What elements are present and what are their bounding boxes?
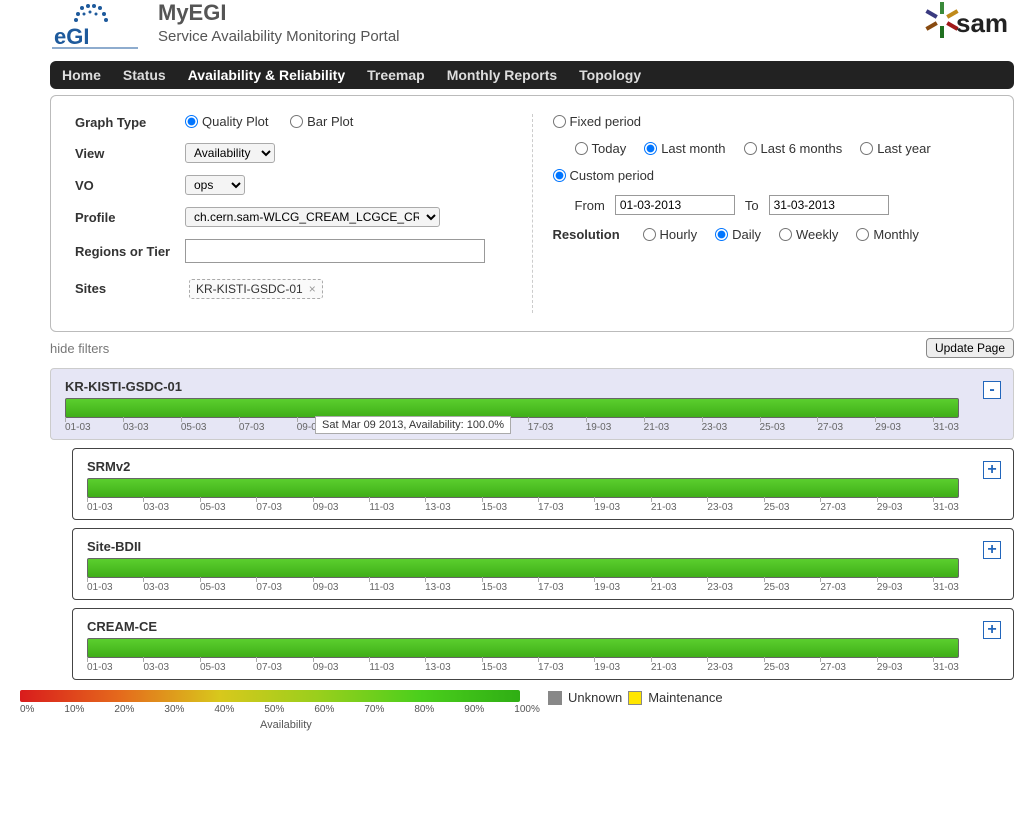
filter-col-left: Graph Type Quality Plot Bar Plot View Av… xyxy=(75,114,512,313)
expand-button[interactable]: + xyxy=(983,541,1001,559)
panel-cream-ce: CREAM-CE + 01-0303-0305-0307-0309-0311-0… xyxy=(72,608,1014,680)
tab-availability-reliability[interactable]: Availability & Reliability xyxy=(188,67,345,83)
header: eGI MyEGI Service Availability Monitorin… xyxy=(0,0,1034,61)
graph-type-quality-radio[interactable]: Quality Plot xyxy=(185,114,268,129)
last-6-months-radio[interactable]: Last 6 months xyxy=(744,141,843,156)
availability-bar[interactable] xyxy=(87,558,959,578)
tab-status[interactable]: Status xyxy=(123,67,166,83)
svg-text:sam: sam xyxy=(956,8,1008,38)
actions-row: hide filters Update Page xyxy=(50,338,1014,358)
egi-logo-icon: eGI xyxy=(50,0,140,55)
pct-ticks: 0%10%20%30%40%50%60%70%80%90%100% xyxy=(20,704,540,715)
tab-treemap[interactable]: Treemap xyxy=(367,67,425,83)
panel-title: CREAM-CE xyxy=(87,619,999,634)
unknown-label: Unknown xyxy=(568,690,622,705)
view-label: View xyxy=(75,146,185,161)
sites-label: Sites xyxy=(75,281,185,296)
app-subtitle: Service Availability Monitoring Portal xyxy=(158,28,400,45)
regions-label: Regions or Tier xyxy=(75,244,185,259)
tab-monthly-reports[interactable]: Monthly Reports xyxy=(447,67,557,83)
svg-text:eGI: eGI xyxy=(54,24,89,49)
x-ticks: 01-0303-0305-0307-0309-0311-0313-0315-03… xyxy=(87,502,959,513)
hide-filters-link[interactable]: hide filters xyxy=(50,341,109,356)
app-title: MyEGI xyxy=(158,0,400,26)
profile-select[interactable]: ch.cern.sam-WLCG_CREAM_LCGCE_CRITIC xyxy=(185,207,440,227)
tab-topology[interactable]: Topology xyxy=(579,67,641,83)
availability-bar[interactable] xyxy=(87,478,959,498)
navbar: Home Status Availability & Reliability T… xyxy=(50,61,1014,89)
hourly-radio[interactable]: Hourly xyxy=(643,227,698,242)
regions-input[interactable] xyxy=(185,239,485,263)
monthly-radio[interactable]: Monthly xyxy=(856,227,919,242)
availability-bar[interactable] xyxy=(65,398,959,418)
x-ticks: 01-0303-0305-0307-0309-0311-0313-0315-03… xyxy=(87,662,959,673)
filter-panel: Graph Type Quality Plot Bar Plot View Av… xyxy=(50,95,1014,332)
weekly-radio[interactable]: Weekly xyxy=(779,227,838,242)
fixed-period-radio[interactable]: Fixed period xyxy=(553,114,642,129)
maintenance-swatch-icon xyxy=(628,691,642,705)
bar-tooltip: Sat Mar 09 2013, Availability: 100.0% xyxy=(315,416,511,434)
panel-site: KR-KISTI-GSDC-01 - Sat Mar 09 2013, Avai… xyxy=(50,368,1014,440)
view-select[interactable]: Availability xyxy=(185,143,275,163)
site-chip: KR-KISTI-GSDC-01 × xyxy=(189,279,323,299)
sam-logo-icon: sam xyxy=(924,0,1014,55)
chip-remove-icon[interactable]: × xyxy=(309,282,316,296)
from-input[interactable] xyxy=(615,195,735,215)
panel-title: KR-KISTI-GSDC-01 xyxy=(65,379,999,394)
update-page-button[interactable]: Update Page xyxy=(926,338,1014,358)
graph-type-bar-radio[interactable]: Bar Plot xyxy=(290,114,353,129)
gradient-scale xyxy=(20,690,520,702)
daily-radio[interactable]: Daily xyxy=(715,227,761,242)
legend-axis-label: Availability xyxy=(260,719,540,731)
title-block: MyEGI Service Availability Monitoring Po… xyxy=(158,0,400,45)
expand-button[interactable]: + xyxy=(983,461,1001,479)
resolution-label: Resolution xyxy=(553,227,643,242)
x-ticks: 01-0303-0305-0307-0309-0311-0313-0315-03… xyxy=(87,582,959,593)
today-radio[interactable]: Today xyxy=(575,141,627,156)
to-label: To xyxy=(745,198,759,213)
filter-divider xyxy=(532,114,533,313)
results: KR-KISTI-GSDC-01 - Sat Mar 09 2013, Avai… xyxy=(50,368,1014,680)
last-year-radio[interactable]: Last year xyxy=(860,141,930,156)
vo-label: VO xyxy=(75,178,185,193)
availability-bar[interactable] xyxy=(87,638,959,658)
expand-button[interactable]: + xyxy=(983,621,1001,639)
tab-home[interactable]: Home xyxy=(62,67,101,83)
collapse-button[interactable]: - xyxy=(983,381,1001,399)
panel-title: SRMv2 xyxy=(87,459,999,474)
panel-site-bdii: Site-BDII + 01-0303-0305-0307-0309-0311-… xyxy=(72,528,1014,600)
logo-block: eGI xyxy=(50,0,140,55)
last-month-radio[interactable]: Last month xyxy=(644,141,725,156)
custom-period-radio[interactable]: Custom period xyxy=(553,168,655,183)
filter-col-right: Fixed period Today Last month Last 6 mon… xyxy=(553,114,990,313)
unknown-swatch-icon xyxy=(548,691,562,705)
panel-title: Site-BDII xyxy=(87,539,999,554)
legend: 0%10%20%30%40%50%60%70%80%90%100% Availa… xyxy=(20,690,1014,731)
panel-srmv2: SRMv2 + 01-0303-0305-0307-0309-0311-0313… xyxy=(72,448,1014,520)
x-ticks: 01-0303-0305-0307-0309-0311-0313-0315-03… xyxy=(65,422,959,433)
to-input[interactable] xyxy=(769,195,889,215)
maintenance-label: Maintenance xyxy=(648,690,722,705)
profile-label: Profile xyxy=(75,210,185,225)
sites-input[interactable]: KR-KISTI-GSDC-01 × xyxy=(185,275,325,301)
from-label: From xyxy=(575,198,605,213)
vo-select[interactable]: ops xyxy=(185,175,245,195)
graph-type-label: Graph Type xyxy=(75,115,185,130)
legend-keys: Unknown Maintenance xyxy=(548,690,723,705)
